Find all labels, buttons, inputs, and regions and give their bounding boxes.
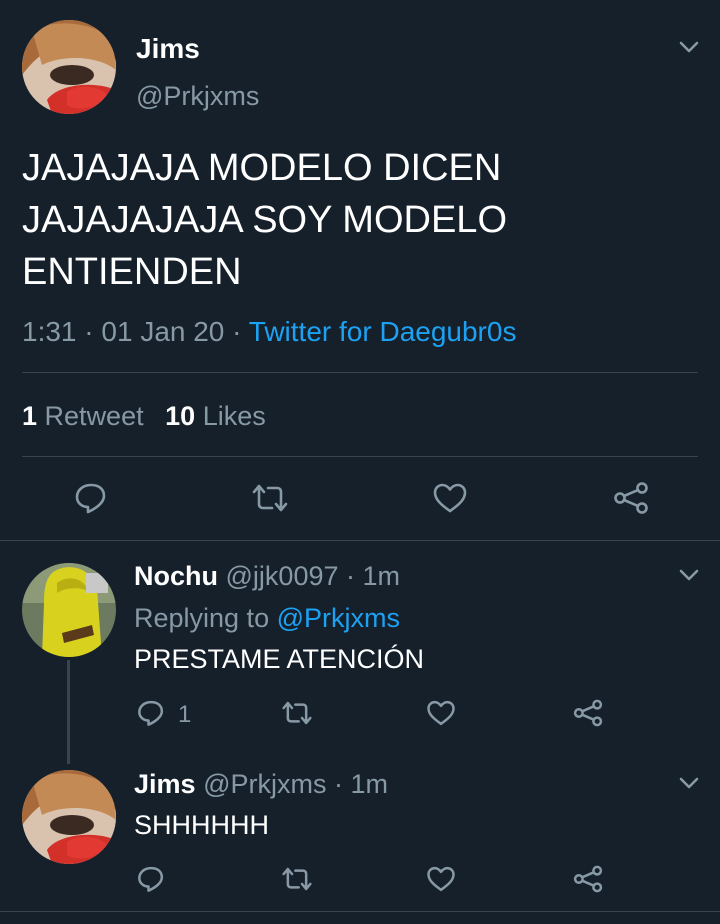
- chevron-down-icon[interactable]: [676, 772, 702, 794]
- author-name[interactable]: Jims: [136, 33, 200, 65]
- likes-count: 10: [165, 401, 196, 431]
- tweet-stats: 1 Retweet 10 Likes: [22, 398, 266, 434]
- divider: [22, 456, 698, 457]
- retweet-icon[interactable]: [280, 698, 314, 728]
- share-icon[interactable]: [612, 480, 650, 516]
- likes-label: Likes: [202, 401, 266, 431]
- reply-author-meta[interactable]: @Prkjxms · 1m: [203, 769, 388, 799]
- tweet-text-line: JAJAJAJAJA SOY MODELO: [22, 199, 508, 241]
- reply-avatar[interactable]: [22, 563, 116, 657]
- share-icon[interactable]: [572, 864, 604, 894]
- reply-icon[interactable]: [136, 698, 166, 728]
- tweet-text-line: JAJAJAJA MODELO DICEN: [22, 147, 502, 189]
- reply-avatar[interactable]: [22, 770, 116, 864]
- reply-text: PRESTAME ATENCIÓN: [134, 644, 425, 674]
- reply-icon[interactable]: [136, 864, 166, 894]
- tweet-source[interactable]: Twitter for Daegubr0s: [249, 316, 517, 347]
- reply-icon[interactable]: [73, 480, 109, 516]
- separator-dot: ·: [232, 316, 242, 347]
- tweet-text-line: ENTIENDEN: [22, 251, 242, 293]
- reply-count: 1: [178, 701, 192, 728]
- tweet-timestamp: 1:31 · 01 Jan 20 · Twitter for Daegubr0s: [22, 314, 516, 350]
- retweet-icon[interactable]: [280, 864, 314, 894]
- share-icon[interactable]: [572, 698, 604, 728]
- author-handle[interactable]: @Prkjxms: [136, 80, 259, 112]
- chevron-down-icon[interactable]: [676, 36, 702, 58]
- tweet-date[interactable]: 01 Jan 20: [101, 316, 224, 347]
- likes-stat[interactable]: 10 Likes: [165, 401, 266, 431]
- reply-author-meta[interactable]: @jjk0097 · 1m: [226, 561, 400, 591]
- replying-to: Replying to @Prkjxms: [134, 602, 400, 634]
- retweets-stat[interactable]: 1 Retweet: [22, 401, 151, 431]
- retweets-count: 1: [22, 401, 38, 431]
- chevron-down-icon[interactable]: [676, 564, 702, 586]
- thread-line: [67, 660, 70, 764]
- tweet-text: JAJAJAJA MODELO DICEN JAJAJAJAJA SOY MOD…: [22, 142, 507, 298]
- reply-text: SHHHHHH: [134, 810, 269, 840]
- divider: [0, 911, 720, 912]
- reply-header: Jims @Prkjxms · 1m: [134, 768, 388, 800]
- retweet-icon[interactable]: [250, 480, 290, 516]
- like-icon[interactable]: [426, 698, 456, 728]
- tweet-time[interactable]: 1:31: [22, 316, 77, 347]
- author-avatar[interactable]: [22, 20, 116, 114]
- reply-author-name[interactable]: Nochu: [134, 561, 218, 591]
- divider: [22, 372, 698, 373]
- reply-header: Nochu @jjk0097 · 1m: [134, 560, 400, 592]
- reply-author-name[interactable]: Jims: [134, 769, 196, 799]
- replying-to-handle[interactable]: @Prkjxms: [277, 603, 400, 633]
- divider: [0, 540, 720, 541]
- like-icon[interactable]: [426, 864, 456, 894]
- retweets-label: Retweet: [44, 401, 144, 431]
- separator-dot: ·: [84, 316, 94, 347]
- replying-to-label: Replying to: [134, 603, 270, 633]
- like-icon[interactable]: [432, 480, 468, 516]
